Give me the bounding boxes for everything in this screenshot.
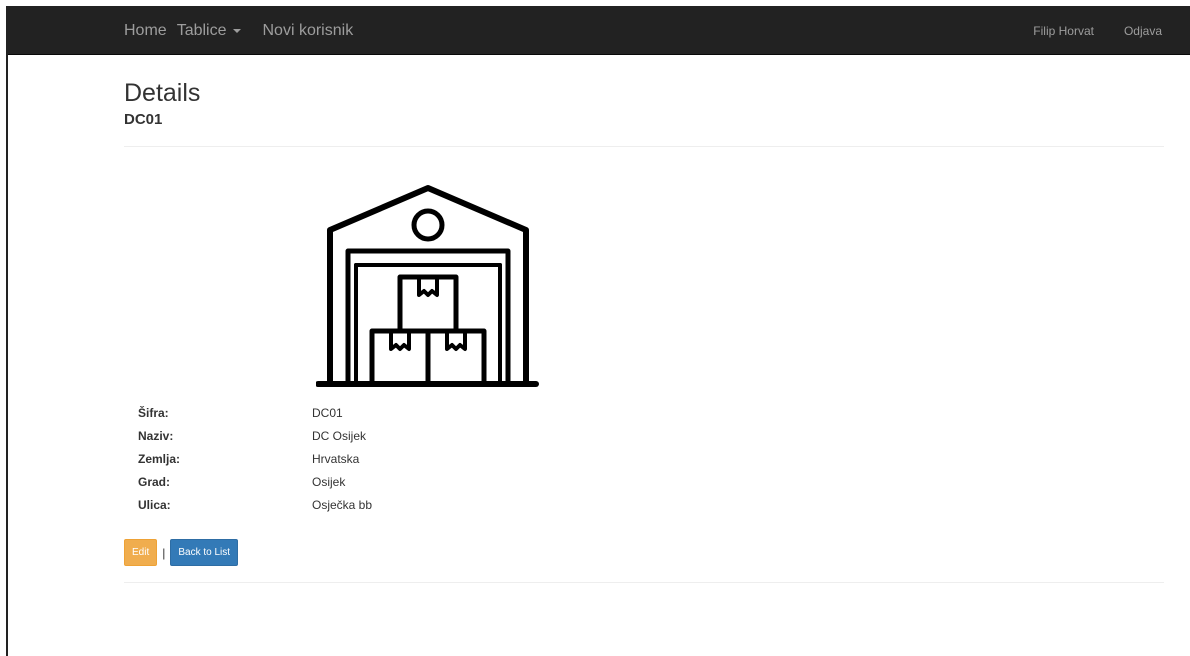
detail-row-grad: Grad: Osijek bbox=[138, 471, 372, 494]
top-navbar: Home Tablice Novi korisnik Filip Horvat … bbox=[8, 6, 1190, 55]
detail-value: Osječka bb bbox=[312, 498, 373, 512]
nav-left: Home Tablice Novi korisnik bbox=[124, 6, 353, 55]
detail-label: Ulica: bbox=[138, 498, 171, 512]
detail-row-ulica: Ulica: Osječka bb bbox=[138, 494, 372, 517]
caret-down-icon bbox=[232, 28, 241, 33]
detail-value: DC01 bbox=[312, 406, 343, 420]
details-list: Šifra: DC01 Naziv: DC Osijek Zemlja: Hrv… bbox=[138, 402, 372, 517]
detail-value: Hrvatska bbox=[312, 452, 360, 466]
detail-value: DC Osijek bbox=[312, 429, 367, 443]
nav-home-link[interactable]: Home bbox=[124, 22, 167, 40]
browser-page: Home Tablice Novi korisnik Filip Horvat … bbox=[6, 6, 1190, 656]
action-separator: | bbox=[162, 545, 166, 560]
nav-tables-dropdown[interactable]: Tablice bbox=[177, 22, 241, 40]
nav-user-link[interactable]: Filip Horvat bbox=[1033, 24, 1094, 38]
bottom-divider bbox=[124, 582, 1164, 583]
main-content: Details DC01 Šifra: DC01 Naziv: DC Osije… bbox=[124, 55, 1164, 583]
page-title: Details bbox=[124, 79, 201, 107]
nav-right: Filip Horvat Odjava bbox=[1033, 6, 1162, 55]
action-bar: Edit | Back to List bbox=[124, 539, 239, 566]
detail-value: Osijek bbox=[312, 475, 346, 489]
nav-logout-link[interactable]: Odjava bbox=[1124, 24, 1162, 38]
nav-new-user-link[interactable]: Novi korisnik bbox=[263, 22, 354, 40]
back-to-list-button[interactable]: Back to List bbox=[170, 539, 239, 566]
detail-label: Grad: bbox=[138, 475, 171, 489]
detail-row-sifra: Šifra: DC01 bbox=[138, 402, 372, 425]
detail-row-zemlja: Zemlja: Hrvatska bbox=[138, 448, 372, 471]
top-divider bbox=[124, 146, 1164, 147]
detail-row-naziv: Naziv: DC Osijek bbox=[138, 425, 372, 448]
warehouse-icon bbox=[315, 183, 540, 393]
page-subtitle: DC01 bbox=[124, 111, 163, 128]
nav-tables-label: Tablice bbox=[176, 21, 227, 39]
detail-label: Naziv: bbox=[138, 429, 174, 443]
detail-label: Šifra: bbox=[138, 406, 169, 420]
edit-button[interactable]: Edit bbox=[124, 539, 158, 566]
detail-label: Zemlja: bbox=[138, 452, 181, 466]
